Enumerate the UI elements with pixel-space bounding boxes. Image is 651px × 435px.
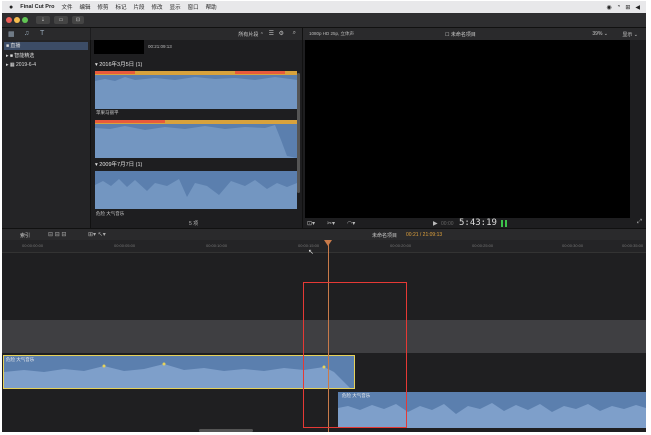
viewer-header: 1080p HD 25p, 立体声 ☐ 未命名项目 39% ⌄ 显示 ⌄ xyxy=(303,28,646,40)
clip-browser: 所有片段 ⌃ ☰ ⚙ ⌕ 00:21:09:13 ▾ 2016年3月5日 (1)… xyxy=(91,28,302,228)
enhance-tool-icon[interactable]: ✂▾ xyxy=(327,220,335,227)
sidebar-item-library[interactable]: ■ 直播 xyxy=(4,42,88,50)
speed-tool-icon[interactable]: ◠▾ xyxy=(347,220,355,227)
zoom-window-button[interactable] xyxy=(22,17,28,23)
search-icon[interactable]: ⌕ xyxy=(293,30,296,37)
status-icon[interactable]: ◉ xyxy=(606,4,611,11)
browser-clip-label: 苹果马丽平 xyxy=(96,110,119,115)
libraries-tab-icon[interactable]: ▦ xyxy=(8,30,15,38)
timeline-project-name: 未命名项目 xyxy=(372,233,398,239)
clip-filter-menu[interactable]: 所有片段 ⌃ xyxy=(238,31,264,38)
menu-window[interactable]: 窗口 xyxy=(188,3,199,11)
import-button[interactable]: ⇣ xyxy=(36,16,50,24)
browser-clip[interactable] xyxy=(95,71,297,109)
apple-menu-icon[interactable]: ● xyxy=(9,4,13,11)
ruler-tick-label: 00:00:00:00 xyxy=(22,243,44,248)
app-toolbar: ⇣ ▭ ⊡ xyxy=(2,13,646,28)
ruler-tick-label: 00:00:20:00 xyxy=(390,243,412,248)
ruler-tick-label: 00:00:10:00 xyxy=(206,243,228,248)
ruler-tick-label: 00:00:35:00 xyxy=(622,243,644,248)
timeline-duration: 00:21 / 21:09:13 xyxy=(406,232,443,238)
share-button[interactable]: ⊡ xyxy=(72,16,84,24)
menu-edit[interactable]: 编辑 xyxy=(79,3,90,11)
play-button[interactable]: ▶ xyxy=(433,220,438,227)
menu-view[interactable]: 显示 xyxy=(170,3,181,11)
date-group-header[interactable]: ▾ 2016年3月5日 (1) xyxy=(95,60,142,68)
viewer-format: 1080p HD 25p, 立体声 xyxy=(309,31,355,36)
date-group-header[interactable]: ▾ 2009年7月7日 (1) xyxy=(95,160,142,168)
menu-trim[interactable]: 修剪 xyxy=(98,3,109,11)
audio-meter-left xyxy=(501,220,503,227)
clip-appearance-icon[interactable]: ☰ xyxy=(269,30,274,37)
sidebar-item-smart-collections[interactable]: ▸ ■ 智能精选 xyxy=(6,52,34,60)
browser-clip-label: 危险 大气音乐 xyxy=(96,211,125,216)
settings-icon[interactable]: ⚙ xyxy=(279,30,284,37)
ruler-tick-label: 00:00:05:00 xyxy=(114,243,136,248)
menu-bar: ● Final Cut Pro 文件 编辑 修剪 标记 片段 修改 显示 窗口 … xyxy=(2,1,646,13)
playhead-handle[interactable] xyxy=(324,240,332,246)
browser-item-count: 5 项 xyxy=(189,221,199,227)
timeline-scrollbar[interactable] xyxy=(199,429,253,432)
ruler-tick-label: 00:00:25:00 xyxy=(472,243,494,248)
minimize-window-button[interactable] xyxy=(14,17,20,23)
viewer-zoom-menu[interactable]: 39% ⌄ xyxy=(592,31,608,37)
audio-waveform xyxy=(95,179,297,209)
photos-audio-tab-icon[interactable]: ♫ xyxy=(24,30,29,37)
viewer-canvas[interactable] xyxy=(305,40,630,218)
fullscreen-icon[interactable]: ⤢ xyxy=(637,219,642,226)
viewer-display-menu[interactable]: 显示 ⌄ xyxy=(622,31,638,38)
viewer: 1080p HD 25p, 立体声 ☐ 未命名项目 39% ⌄ 显示 ⌄ ⊡▾ … xyxy=(303,28,646,228)
timecode-prefix: 00:00 xyxy=(441,221,454,227)
mouse-pointer-icon: ↖ xyxy=(308,249,314,256)
top-clip-thumbnail[interactable] xyxy=(94,40,144,54)
browser-clip[interactable] xyxy=(95,120,297,158)
crop-tool-icon[interactable]: ⊡▾ xyxy=(307,220,315,227)
menu-mark[interactable]: 标记 xyxy=(116,3,127,11)
volume-icon[interactable]: ◀ xyxy=(635,4,640,11)
top-clip-duration: 00:21:09:13 xyxy=(148,44,172,49)
input-method-icon[interactable]: ⊞ xyxy=(625,4,630,11)
timeline-index-button[interactable]: 索引 xyxy=(20,232,30,239)
menu-help[interactable]: 帮助 xyxy=(206,3,217,11)
tool-select-icon[interactable]: ⊞▾ ↖▾ xyxy=(88,231,106,238)
menu-file[interactable]: 文件 xyxy=(61,3,72,11)
audio-meter-right xyxy=(505,220,507,227)
timeline-header: 索引 ⊟ ⊟ ⊟ ⊞▾ ↖▾ 未命名项目 00:21 / 21:09:13 xyxy=(2,228,646,240)
browser-clip[interactable] xyxy=(95,171,297,209)
menu-app-name[interactable]: Final Cut Pro xyxy=(20,4,54,10)
audio-waveform xyxy=(95,120,297,158)
audio-waveform xyxy=(95,71,297,109)
wifi-icon[interactable]: ◔ xyxy=(617,4,621,10)
menu-clip[interactable]: 片段 xyxy=(134,3,145,11)
keyword-button[interactable]: ▭ xyxy=(54,16,68,24)
sidebar-item-event[interactable]: ▸ ▦ 2019-6-4 xyxy=(6,61,36,69)
browser-scrollbar[interactable] xyxy=(297,73,300,193)
libraries-sidebar: ■ 直播 ▸ ■ 智能精选 ▸ ▦ 2019-6-4 xyxy=(2,40,91,228)
highlight-annotation-box xyxy=(303,282,407,428)
titles-generators-tab-icon[interactable]: T xyxy=(40,30,44,37)
menu-modify[interactable]: 修改 xyxy=(152,3,163,11)
edit-buttons-icon[interactable]: ⊟ ⊟ ⊟ xyxy=(48,231,66,238)
close-window-button[interactable] xyxy=(6,17,12,23)
timecode-display[interactable]: 5:43:19 xyxy=(459,218,497,228)
viewer-project-title: ☐ 未命名项目 xyxy=(445,32,476,38)
ruler-tick-label: 00:00:30:00 xyxy=(562,243,584,248)
sidebar-tabs: ▦ ♫ T xyxy=(2,28,90,40)
menubar-status-area: ◉ ◔ ⊞ ◀ xyxy=(601,1,640,13)
browser-header: 所有片段 ⌃ ☰ ⚙ ⌕ xyxy=(91,28,302,40)
